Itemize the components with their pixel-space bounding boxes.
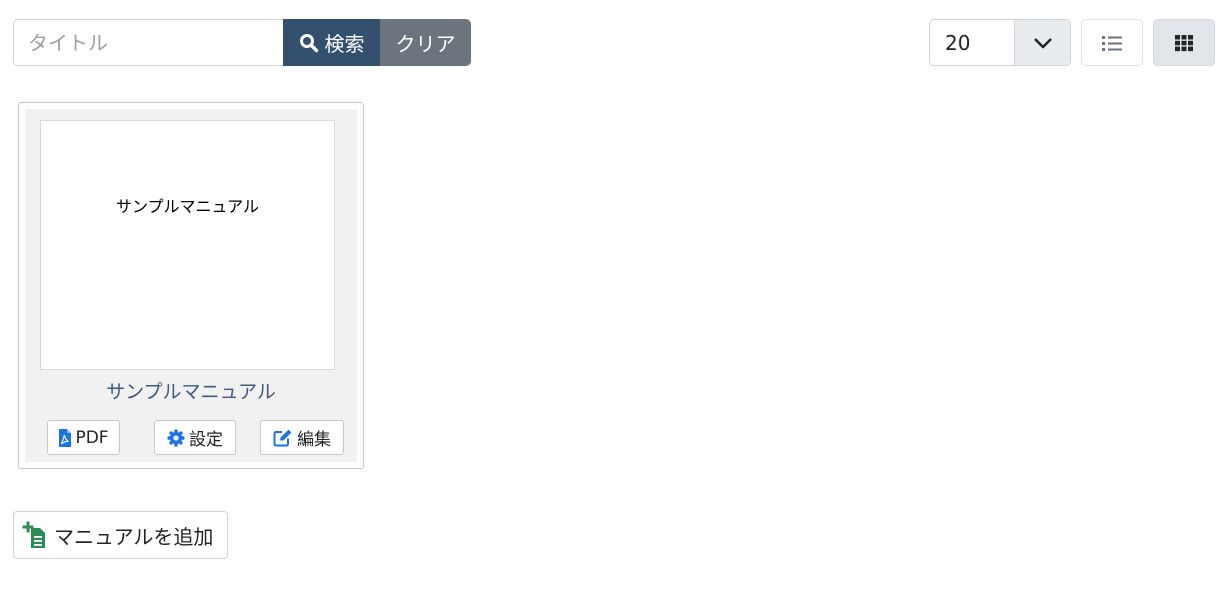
grid-icon <box>1174 34 1194 52</box>
grid-view-button[interactable] <box>1153 19 1215 66</box>
chevron-down-icon <box>1014 20 1070 65</box>
settings-button[interactable]: 設定 <box>154 420 236 455</box>
search-group: 検索 クリア <box>13 19 471 66</box>
add-manual-label: マニュアルを追加 <box>54 524 214 549</box>
search-button[interactable]: 検索 <box>283 19 380 66</box>
manual-card-body: サンプルマニュアル サンプルマニュアル PDF 設定 編集 <box>25 109 357 462</box>
manual-card: サンプルマニュアル サンプルマニュアル PDF 設定 編集 <box>18 102 364 469</box>
pdf-file-icon <box>58 428 72 447</box>
add-document-icon <box>22 521 48 549</box>
add-manual-button[interactable]: マニュアルを追加 <box>13 511 228 559</box>
pdf-button-label: PDF <box>75 427 109 448</box>
gear-icon <box>167 429 185 447</box>
manual-title-link[interactable]: サンプルマニュアル <box>25 377 357 404</box>
edit-button[interactable]: 編集 <box>260 420 344 455</box>
per-page-value: 20 <box>945 30 971 55</box>
clear-button[interactable]: クリア <box>380 19 471 66</box>
pdf-button[interactable]: PDF <box>47 420 120 455</box>
edit-icon <box>273 429 293 447</box>
search-icon <box>299 33 319 53</box>
thumbnail-text: サンプルマニュアル <box>115 197 260 216</box>
per-page-select[interactable]: 20 <box>929 19 1071 66</box>
settings-button-label: 設定 <box>189 430 223 450</box>
list-view-button[interactable] <box>1081 19 1143 66</box>
manual-thumbnail[interactable]: サンプルマニュアル <box>40 120 335 370</box>
search-button-label: 検索 <box>324 32 365 56</box>
list-icon <box>1101 34 1123 52</box>
search-input[interactable] <box>13 19 283 66</box>
edit-button-label: 編集 <box>297 430 331 450</box>
